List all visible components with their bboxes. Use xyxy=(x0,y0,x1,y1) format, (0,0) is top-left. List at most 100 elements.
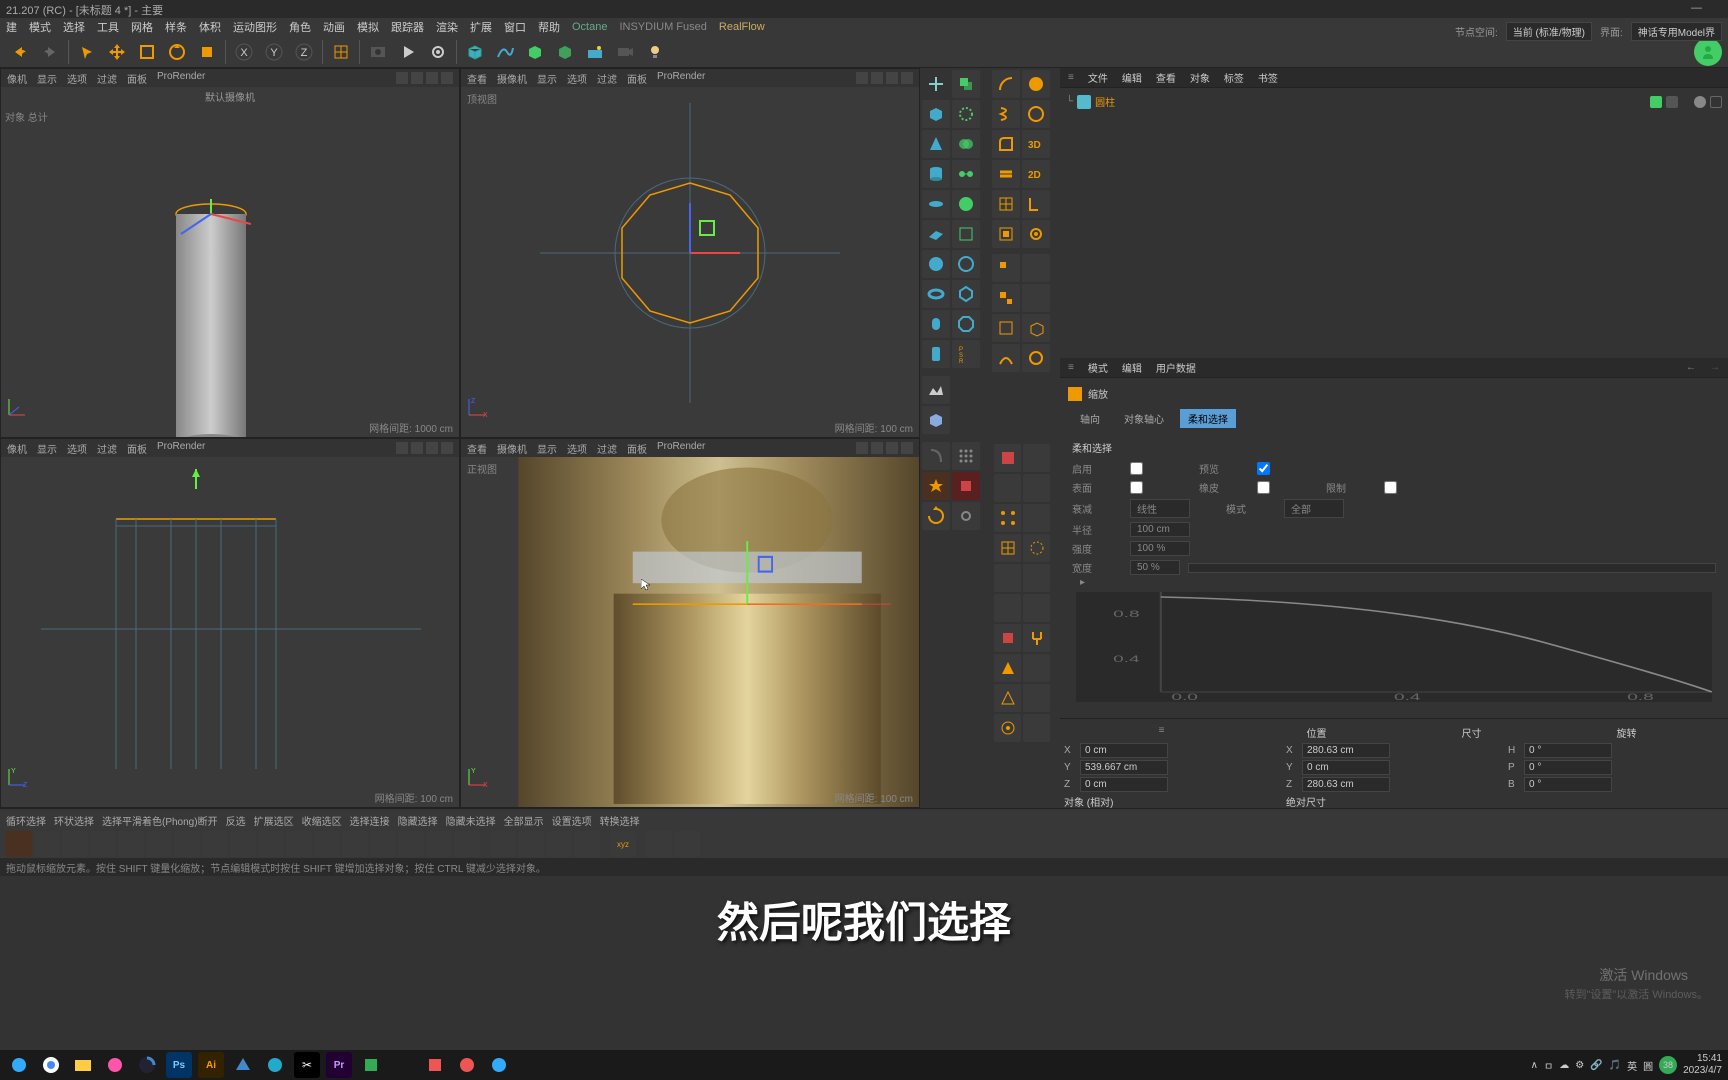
pureref-icon[interactable] xyxy=(422,1052,448,1078)
modeling-tool-icon[interactable] xyxy=(202,831,228,857)
viewport-perspective[interactable]: 像机 显示 选项 过滤 面板 ProRender 默认摄像机 对象 总计 xyxy=(0,68,460,438)
cylinder-icon[interactable] xyxy=(922,160,950,188)
generator-button[interactable] xyxy=(521,38,549,66)
preview-checkbox[interactable] xyxy=(1257,462,1270,475)
tree-item-cylinder[interactable]: └ 圆柱 xyxy=(1064,92,1724,111)
explosion-icon[interactable] xyxy=(922,472,950,500)
menu-item[interactable]: 窗口 xyxy=(504,19,526,35)
menu-item[interactable]: 角色 xyxy=(289,19,311,35)
undo-button[interactable] xyxy=(6,38,34,66)
tool-icon[interactable] xyxy=(994,474,1021,502)
render-settings-button[interactable] xyxy=(424,38,452,66)
xyz-tool-icon[interactable]: xyz xyxy=(610,831,636,857)
tray-icon[interactable]: 圓 xyxy=(1643,1058,1653,1073)
bezier-s-icon[interactable] xyxy=(992,344,1020,372)
app-icon[interactable] xyxy=(358,1052,384,1078)
illustrator-icon[interactable]: Ai xyxy=(198,1052,224,1078)
sel-tab[interactable]: 设置选项 xyxy=(552,813,592,828)
extrude-icon[interactable] xyxy=(992,254,1020,282)
tool-icon[interactable] xyxy=(994,504,1021,532)
scale-button[interactable] xyxy=(133,38,161,66)
sel-tab[interactable]: 扩展选区 xyxy=(254,813,294,828)
grid-dots-icon[interactable] xyxy=(952,442,980,470)
modeling-tool-icon[interactable] xyxy=(34,831,60,857)
menu-item[interactable]: 模式 xyxy=(29,19,51,35)
tool-icon[interactable] xyxy=(994,534,1021,562)
pos-z-input[interactable]: 0 cm xyxy=(1080,777,1168,792)
x-axis-button[interactable]: X xyxy=(230,38,258,66)
menu-item[interactable]: 建 xyxy=(6,19,17,35)
modeling-tool-icon[interactable] xyxy=(426,831,452,857)
tool-icon[interactable] xyxy=(1023,504,1050,532)
viewport-right[interactable]: 像机 显示 选项 过滤 面板 ProRender xyxy=(0,438,460,808)
tool-icon[interactable] xyxy=(1023,564,1050,592)
nside-icon[interactable] xyxy=(1022,100,1050,128)
vp-nav-icon[interactable] xyxy=(441,442,453,454)
tool-icon[interactable] xyxy=(994,714,1021,742)
modeling-tool-icon[interactable] xyxy=(146,831,172,857)
tray-expand-icon[interactable]: ∧ xyxy=(1531,1060,1538,1071)
modeling-tool-icon[interactable] xyxy=(574,831,600,857)
vp-nav-icon[interactable] xyxy=(901,72,913,84)
modeling-tool-icon[interactable] xyxy=(646,831,672,857)
tab-object-axis[interactable]: 对象轴心 xyxy=(1116,409,1172,428)
menu-item[interactable]: 渲染 xyxy=(436,19,458,35)
sel-tab[interactable]: 隐藏未选择 xyxy=(446,813,496,828)
sel-tab[interactable]: 反选 xyxy=(226,813,246,828)
modeling-tool-icon[interactable] xyxy=(454,831,480,857)
modeling-tool-icon[interactable] xyxy=(490,831,516,857)
redo-button[interactable] xyxy=(36,38,64,66)
bezier-icon[interactable] xyxy=(1022,344,1050,372)
torus-outline-icon[interactable] xyxy=(952,250,980,278)
deformer-bend-icon[interactable] xyxy=(922,442,950,470)
rectangle-icon[interactable] xyxy=(992,130,1020,158)
menu-item[interactable]: 帮助 xyxy=(538,19,560,35)
rot-h-input[interactable]: 0 ° xyxy=(1524,743,1612,758)
vp-nav-icon[interactable] xyxy=(886,442,898,454)
disc-icon[interactable] xyxy=(922,190,950,218)
modeling-tool-icon[interactable] xyxy=(90,831,116,857)
width-input[interactable]: 50 % xyxy=(1130,560,1180,575)
tray-ime-icon[interactable]: 英 xyxy=(1627,1058,1637,1073)
fork-icon[interactable] xyxy=(1023,624,1050,652)
object-relative-dropdown[interactable]: 对象 (相对) xyxy=(1064,794,1164,809)
app-icon[interactable] xyxy=(390,1052,416,1078)
plane-icon[interactable] xyxy=(922,220,950,248)
vp-nav-icon[interactable] xyxy=(441,72,453,84)
tool-icon[interactable] xyxy=(1023,444,1050,472)
minimize-icon[interactable]: — xyxy=(1691,2,1702,16)
null-icon[interactable] xyxy=(922,70,950,98)
sweep-icon[interactable] xyxy=(1022,314,1050,342)
viewport-front[interactable]: 查看 摄像机 显示 选项 过滤 面板 ProRender 正视图 xyxy=(460,438,920,808)
clock-time[interactable]: 15:41 xyxy=(1683,1053,1722,1065)
boole-icon[interactable] xyxy=(952,130,980,158)
modeling-tool-icon[interactable] xyxy=(342,831,368,857)
tool-icon[interactable] xyxy=(994,594,1021,622)
vp-nav-icon[interactable] xyxy=(856,72,868,84)
temp-badge[interactable]: 38 xyxy=(1659,1056,1677,1074)
cone-icon[interactable] xyxy=(922,130,950,158)
cissoid-icon[interactable] xyxy=(1022,220,1050,248)
menu-item[interactable]: 模拟 xyxy=(357,19,379,35)
deformer-button[interactable] xyxy=(551,38,579,66)
size-x-input[interactable]: 280.63 cm xyxy=(1302,743,1390,758)
tool-icon[interactable] xyxy=(1023,594,1050,622)
tag-icon[interactable] xyxy=(1710,96,1722,108)
forward-arrow-icon[interactable]: → xyxy=(1710,362,1720,373)
back-arrow-icon[interactable]: ← xyxy=(1686,362,1696,373)
tool-icon[interactable] xyxy=(994,444,1021,472)
instance-icon[interactable] xyxy=(952,70,980,98)
menu-item[interactable]: 体积 xyxy=(199,19,221,35)
rot-b-input[interactable]: 0 ° xyxy=(1524,777,1612,792)
falloff-dropdown[interactable]: 线性 xyxy=(1130,499,1190,518)
modeling-tool-icon[interactable] xyxy=(398,831,424,857)
tool-icon[interactable] xyxy=(994,564,1021,592)
modeling-tool-icon[interactable] xyxy=(230,831,256,857)
helix-icon[interactable] xyxy=(992,100,1020,128)
edge-icon[interactable] xyxy=(262,1052,288,1078)
phong-tag-icon[interactable] xyxy=(1694,96,1706,108)
vp-nav-icon[interactable] xyxy=(426,442,438,454)
recycle-icon[interactable] xyxy=(922,502,950,530)
spline-button[interactable] xyxy=(491,38,519,66)
render-view-button[interactable] xyxy=(364,38,392,66)
